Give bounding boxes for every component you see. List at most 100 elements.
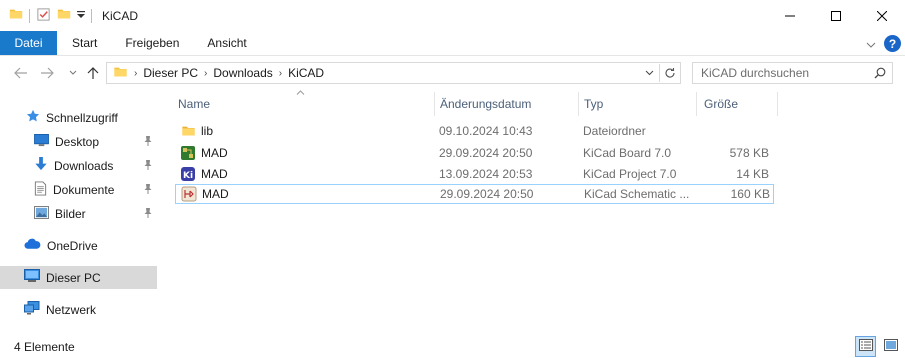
breadcrumb-this-pc[interactable]: Dieser PC bbox=[143, 66, 198, 80]
tab-start[interactable]: Start bbox=[57, 31, 111, 55]
refresh-icon[interactable] bbox=[660, 63, 680, 83]
tab-share[interactable]: Freigeben bbox=[111, 31, 193, 55]
back-button[interactable] bbox=[10, 62, 32, 84]
pictures-icon bbox=[34, 205, 49, 222]
sidebar-item-desktop[interactable]: Desktop bbox=[0, 130, 157, 153]
chevron-right-icon[interactable]: › bbox=[134, 68, 137, 79]
folder-icon bbox=[113, 65, 128, 82]
chevron-right-icon[interactable]: › bbox=[279, 68, 282, 79]
file-size: 578 KB bbox=[729, 146, 769, 160]
search-placeholder: KiCAD durchsuchen bbox=[701, 66, 810, 80]
sidebar-item-this-pc[interactable]: Dieser PC bbox=[0, 266, 157, 289]
download-arrow-icon bbox=[34, 156, 48, 175]
file-name: MAD bbox=[201, 146, 228, 160]
file-date: 29.09.2024 20:50 bbox=[439, 146, 533, 160]
sidebar-item-label: OneDrive bbox=[47, 238, 98, 253]
search-input[interactable]: KiCAD durchsuchen bbox=[692, 62, 893, 84]
file-name: lib bbox=[201, 124, 214, 138]
pin-icon[interactable] bbox=[143, 207, 153, 222]
file-type: KiCad Schematic ... bbox=[584, 187, 690, 201]
forward-button[interactable] bbox=[36, 62, 58, 84]
address-bar[interactable]: › Dieser PC › Downloads › KiCAD bbox=[106, 62, 681, 84]
folder-icon bbox=[180, 123, 196, 139]
file-name: MAD bbox=[201, 167, 228, 181]
tab-view[interactable]: Ansicht bbox=[193, 31, 260, 55]
column-header-name[interactable]: Name bbox=[178, 92, 432, 116]
kicad-project-icon: Ki bbox=[180, 166, 196, 182]
sidebar-item-label: Desktop bbox=[55, 134, 100, 149]
tab-file[interactable]: Datei bbox=[0, 31, 57, 55]
details-view-button[interactable] bbox=[855, 336, 876, 357]
document-icon bbox=[34, 180, 47, 199]
file-type: KiCad Board 7.0 bbox=[583, 146, 672, 160]
sidebar-item-label: Downloads bbox=[54, 158, 114, 173]
file-type: Dateiordner bbox=[583, 124, 646, 138]
breadcrumb-downloads[interactable]: Downloads bbox=[213, 66, 272, 80]
breadcrumb-kicad[interactable]: KiCAD bbox=[288, 66, 324, 80]
network-icon bbox=[24, 301, 40, 318]
table-row[interactable]: MAD 29.09.2024 20:50 KiCad Schematic ...… bbox=[175, 184, 774, 204]
column-header-date[interactable]: Änderungsdatum bbox=[440, 92, 578, 116]
computer-icon bbox=[24, 269, 40, 286]
window-title: KiCAD bbox=[102, 8, 139, 23]
file-date: 13.09.2024 20:53 bbox=[439, 167, 533, 181]
sidebar-item-label: Dokumente bbox=[53, 182, 115, 197]
sidebar-item-onedrive[interactable]: OneDrive bbox=[0, 234, 157, 257]
search-icon[interactable] bbox=[874, 67, 886, 82]
file-size bbox=[695, 121, 769, 141]
pin-icon[interactable] bbox=[143, 183, 153, 198]
address-history-dropdown[interactable] bbox=[639, 63, 659, 83]
sidebar-item-downloads[interactable]: Downloads bbox=[0, 154, 157, 177]
navigation-pane: Schnellzugriff Desktop Downloads Dokumen… bbox=[0, 96, 160, 328]
pin-icon[interactable] bbox=[143, 159, 153, 174]
properties-icon[interactable] bbox=[36, 7, 51, 25]
cloud-icon bbox=[24, 238, 41, 253]
pin-icon[interactable] bbox=[143, 135, 153, 150]
svg-text:Ki: Ki bbox=[183, 171, 193, 181]
close-button[interactable] bbox=[859, 0, 905, 31]
file-date: 29.09.2024 20:50 bbox=[440, 187, 534, 201]
sidebar-item-pictures[interactable]: Bilder bbox=[0, 202, 157, 225]
sidebar-item-network[interactable]: Netzwerk bbox=[0, 298, 157, 321]
expand-ribbon-icon[interactable] bbox=[866, 37, 876, 51]
sidebar-item-label: Netzwerk bbox=[46, 302, 97, 317]
ribbon-tabs: Datei Start Freigeben Ansicht ? bbox=[0, 31, 905, 56]
column-header-size[interactable]: Größe bbox=[704, 92, 774, 116]
maximize-button[interactable] bbox=[813, 0, 859, 31]
kicad-board-icon bbox=[180, 145, 196, 161]
file-type: KiCad Project 7.0 bbox=[583, 167, 677, 181]
folder-icon bbox=[9, 7, 23, 24]
customize-dropdown-icon[interactable] bbox=[77, 9, 85, 23]
sidebar-item-label: Schnellzugriff bbox=[46, 110, 118, 125]
kicad-schematic-icon bbox=[181, 186, 197, 202]
file-size: 14 KB bbox=[736, 167, 769, 181]
title-bar: KiCAD bbox=[0, 0, 905, 31]
file-name: MAD bbox=[202, 187, 229, 201]
table-row[interactable]: Ki MAD 13.09.2024 20:53 KiCad Project 7.… bbox=[175, 164, 774, 184]
table-row[interactable]: MAD 29.09.2024 20:50 KiCad Board 7.0 578… bbox=[175, 143, 774, 163]
file-size: 160 KB bbox=[730, 187, 770, 201]
sidebar-item-label: Dieser PC bbox=[46, 270, 101, 285]
quick-access-toolbar bbox=[0, 0, 98, 31]
table-row[interactable]: lib 09.10.2024 10:43 Dateiordner bbox=[175, 121, 774, 141]
item-count: 4 Elemente bbox=[14, 339, 75, 354]
file-date: 09.10.2024 10:43 bbox=[439, 124, 533, 138]
navigation-bar: › Dieser PC › Downloads › KiCAD KiCAD du… bbox=[0, 56, 905, 89]
file-list: Name Änderungsdatum Typ Größe lib 09.10.… bbox=[172, 89, 905, 329]
large-icons-view-icon bbox=[883, 339, 898, 354]
desktop-icon bbox=[34, 133, 49, 150]
recent-locations-button[interactable] bbox=[62, 62, 84, 84]
help-icon[interactable]: ? bbox=[884, 35, 901, 52]
details-view-icon bbox=[858, 339, 873, 354]
chevron-right-icon[interactable]: › bbox=[204, 68, 207, 79]
up-button[interactable] bbox=[82, 62, 104, 84]
status-bar: 4 Elemente bbox=[0, 335, 905, 358]
sidebar-item-label: Bilder bbox=[55, 206, 86, 221]
column-header-type[interactable]: Typ bbox=[584, 92, 692, 116]
sidebar-item-quick-access[interactable]: Schnellzugriff bbox=[0, 106, 157, 129]
new-folder-icon[interactable] bbox=[57, 7, 71, 24]
minimize-button[interactable] bbox=[767, 0, 813, 31]
star-icon bbox=[26, 109, 40, 126]
sidebar-item-documents[interactable]: Dokumente bbox=[0, 178, 157, 201]
large-icons-view-button[interactable] bbox=[880, 336, 901, 357]
